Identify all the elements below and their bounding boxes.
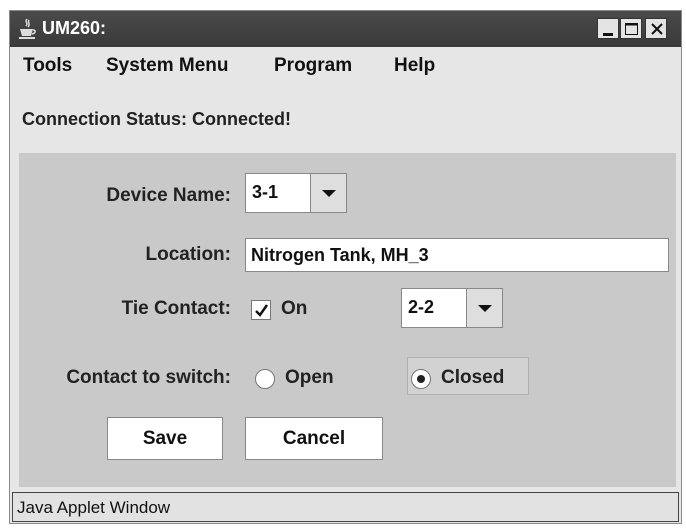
cancel-button[interactable]: Cancel	[245, 417, 383, 460]
location-label: Location:	[145, 244, 232, 265]
minimize-button[interactable]	[597, 18, 619, 39]
radio-selected-dot	[417, 375, 425, 383]
radio-closed[interactable]	[411, 369, 431, 389]
close-icon	[651, 23, 663, 35]
radio-closed-label: Closed	[441, 367, 505, 388]
menu-tools[interactable]: Tools	[23, 55, 72, 77]
settings-panel: Device Name: 3-1 Location: Nitrogen Tank…	[19, 153, 676, 487]
minimize-icon	[603, 33, 613, 36]
save-button[interactable]: Save	[107, 417, 223, 460]
menu-bar: Tools System Menu Program Help	[10, 47, 681, 83]
chevron-down-icon	[478, 305, 492, 312]
applet-footer: Java Applet Window	[12, 492, 679, 522]
menu-system-menu[interactable]: System Menu	[106, 55, 228, 77]
java-coffee-cup-icon	[18, 18, 36, 40]
device-name-dropdown[interactable]: 3-1	[245, 173, 347, 213]
tie-contact-on-label: On	[281, 298, 308, 319]
window-title: UM260:	[42, 18, 107, 38]
maximize-icon	[625, 23, 638, 35]
menu-program[interactable]: Program	[274, 55, 352, 77]
contact-switch-label: Contact to switch:	[66, 367, 231, 388]
maximize-button[interactable]	[620, 18, 642, 39]
chevron-down-icon	[322, 190, 336, 197]
check-icon	[255, 304, 269, 317]
location-field[interactable]: Nitrogen Tank, MH_3	[245, 238, 669, 272]
footer-text: Java Applet Window	[17, 498, 171, 517]
device-name-value: 3-1	[252, 182, 279, 202]
dropdown-arrow-button[interactable]	[466, 289, 502, 327]
device-name-label: Device Name:	[106, 185, 231, 206]
connection-status: Connection Status: Connected!	[22, 109, 291, 129]
tie-contact-label: Tie Contact:	[121, 298, 231, 319]
location-value: Nitrogen Tank, MH_3	[251, 245, 429, 265]
tie-contact-dropdown[interactable]: 2-2	[401, 288, 503, 328]
dropdown-arrow-button[interactable]	[310, 174, 346, 212]
title-bar[interactable]: UM260:	[10, 11, 681, 47]
radio-open-label: Open	[285, 367, 334, 388]
close-button[interactable]	[645, 18, 667, 39]
radio-open[interactable]	[255, 369, 275, 389]
menu-help[interactable]: Help	[394, 55, 435, 77]
applet-window: UM260: Tools System Menu Program Help Co…	[9, 10, 682, 524]
tie-contact-value: 2-2	[408, 297, 435, 317]
tie-contact-checkbox[interactable]	[251, 300, 271, 320]
